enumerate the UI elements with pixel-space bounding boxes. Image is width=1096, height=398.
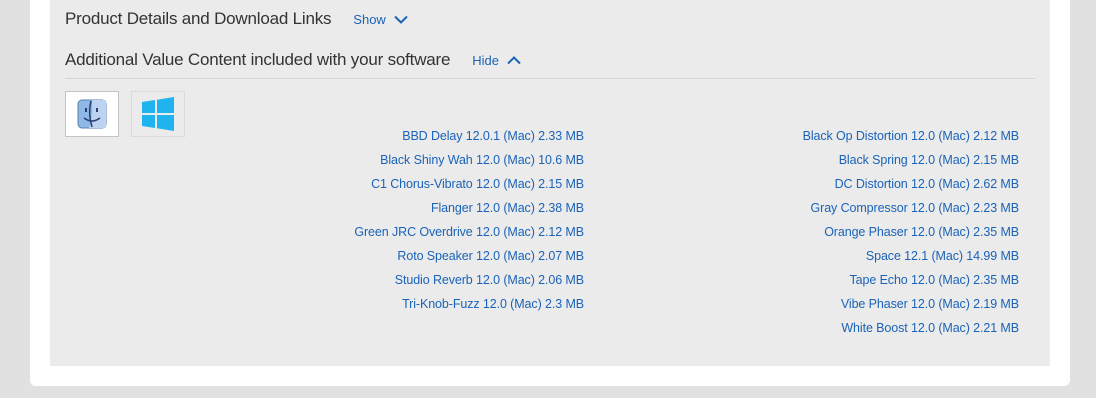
windows-icon xyxy=(142,97,174,131)
windows-os-tab[interactable] xyxy=(131,91,185,137)
download-link[interactable]: Vibe Phaser 12.0 (Mac) 2.19 MB xyxy=(803,295,1019,319)
hide-label: Hide xyxy=(472,52,499,68)
section-divider xyxy=(65,78,1035,79)
downloads-right-column: Black Op Distortion 12.0 (Mac) 2.12 MB Bl… xyxy=(803,127,1020,343)
download-link[interactable]: White Boost 12.0 (Mac) 2.21 MB xyxy=(803,319,1019,343)
download-link[interactable]: C1 Chorus-Vibrato 12.0 (Mac) 2.15 MB xyxy=(354,175,584,199)
download-link[interactable]: BBD Delay 12.0.1 (Mac) 2.33 MB xyxy=(354,127,584,151)
download-link[interactable]: Flanger 12.0 (Mac) 2.38 MB xyxy=(354,199,584,223)
download-link[interactable]: Tape Echo 12.0 (Mac) 2.35 MB xyxy=(803,271,1019,295)
mac-finder-icon xyxy=(77,99,107,129)
download-link[interactable]: Black Spring 12.0 (Mac) 2.15 MB xyxy=(803,151,1019,175)
download-link[interactable]: Tri-Knob-Fuzz 12.0 (Mac) 2.3 MB xyxy=(354,295,584,319)
download-link[interactable]: Orange Phaser 12.0 (Mac) 2.35 MB xyxy=(803,223,1019,247)
additional-content-header: Additional Value Content included with y… xyxy=(65,50,521,70)
product-details-header: Product Details and Download Links Show xyxy=(65,9,408,29)
chevron-up-icon xyxy=(507,55,521,64)
downloads-left-column: BBD Delay 12.0.1 (Mac) 2.33 MB Black Shin… xyxy=(354,127,584,319)
download-link[interactable]: Roto Speaker 12.0 (Mac) 2.07 MB xyxy=(354,247,584,271)
download-link[interactable]: Green JRC Overdrive 12.0 (Mac) 2.12 MB xyxy=(354,223,584,247)
download-link[interactable]: Black Op Distortion 12.0 (Mac) 2.12 MB xyxy=(803,127,1020,151)
download-link[interactable]: DC Distortion 12.0 (Mac) 2.62 MB xyxy=(803,175,1019,199)
hide-toggle[interactable]: Hide xyxy=(472,53,521,68)
additional-content-title: Additional Value Content included with y… xyxy=(65,50,451,69)
download-link[interactable]: Space 12.1 (Mac) 14.99 MB xyxy=(803,247,1019,271)
download-link[interactable]: Studio Reverb 12.0 (Mac) 2.06 MB xyxy=(354,271,584,295)
mac-os-tab[interactable] xyxy=(65,91,119,137)
show-toggle[interactable]: Show xyxy=(353,12,408,27)
download-link[interactable]: Gray Compressor 12.0 (Mac) 2.23 MB xyxy=(803,199,1020,223)
download-link[interactable]: Black Shiny Wah 12.0 (Mac) 10.6 MB xyxy=(354,151,584,175)
chevron-down-icon xyxy=(394,15,408,24)
show-label: Show xyxy=(353,11,386,27)
product-details-title: Product Details and Download Links xyxy=(65,9,332,28)
